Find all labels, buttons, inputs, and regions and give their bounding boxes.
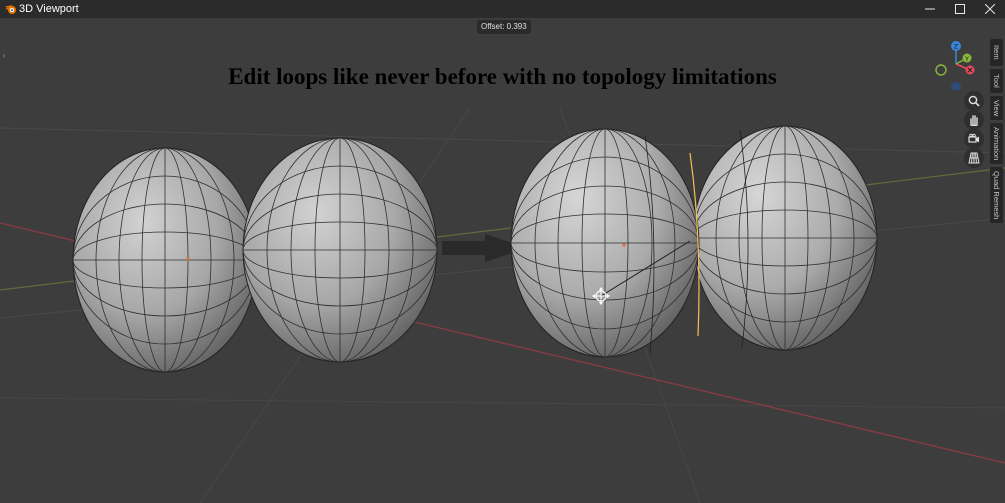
viewport-scene[interactable] — [0, 18, 1005, 503]
gizmo-y-label: Y — [964, 56, 969, 63]
grid-line — [0, 397, 1005, 409]
tab-tool-label: Tool — [992, 74, 1001, 88]
window-title: 3D Viewport — [19, 3, 79, 15]
grid-icon — [968, 152, 980, 164]
3d-viewport[interactable]: Offset: 0.393 Edit loops like never befo… — [0, 18, 1005, 503]
navigation-gizmo[interactable]: Y Z — [930, 40, 980, 90]
zoom-button[interactable] — [964, 91, 984, 111]
blender-logo-icon — [5, 5, 16, 14]
toolbar-toggle-chevron-icon[interactable]: › — [0, 48, 8, 64]
camera-icon — [968, 133, 979, 143]
object-origin-dot — [186, 257, 190, 261]
close-icon — [985, 4, 995, 14]
gizmo-z-label: Z — [954, 43, 959, 51]
tab-tool[interactable]: Tool — [990, 69, 1003, 93]
pan-hand-icon — [970, 115, 978, 126]
projection-toggle-button[interactable] — [964, 148, 984, 168]
tab-quad-remesh-label: Quad Remesh — [992, 170, 1001, 220]
offset-readout: Offset: 0.393 — [477, 20, 531, 34]
maximize-button[interactable] — [945, 0, 975, 18]
sphere-mesh-right-front[interactable] — [505, 128, 705, 358]
close-button[interactable] — [975, 0, 1005, 18]
tab-item[interactable]: Item — [990, 39, 1003, 66]
tab-animation-label: Animation — [992, 126, 1001, 161]
pan-button[interactable] — [964, 110, 984, 130]
sidebar-tab-strip: Item Tool View Animation Quad Remesh — [990, 39, 1003, 226]
app-window: 3D Viewport Offset: 0.393 Edit loops lik… — [0, 0, 1005, 503]
maximize-icon — [955, 4, 965, 14]
sphere-mesh-left-front[interactable] — [230, 128, 450, 368]
sphere-mesh-left-back[interactable] — [60, 138, 270, 378]
minimize-icon — [925, 8, 935, 10]
minimize-button[interactable] — [915, 0, 945, 18]
tab-view-label: View — [992, 99, 1001, 117]
tab-item-label: Item — [992, 45, 1001, 60]
camera-view-button[interactable] — [964, 129, 984, 149]
gizmo-neg-y-ball[interactable] — [935, 64, 947, 76]
object-origin-dot — [622, 243, 626, 247]
sphere-mesh-right-back[interactable] — [690, 123, 880, 353]
tab-animation[interactable]: Animation — [990, 123, 1003, 164]
tab-view[interactable]: View — [990, 96, 1003, 120]
headline-overlay: Edit loops like never before with no top… — [228, 64, 777, 89]
tab-quad-remesh[interactable]: Quad Remesh — [990, 167, 1003, 223]
gizmo-neg-z-ball[interactable] — [951, 82, 961, 90]
zoom-icon — [968, 95, 980, 107]
title-bar: 3D Viewport — [0, 0, 1005, 18]
